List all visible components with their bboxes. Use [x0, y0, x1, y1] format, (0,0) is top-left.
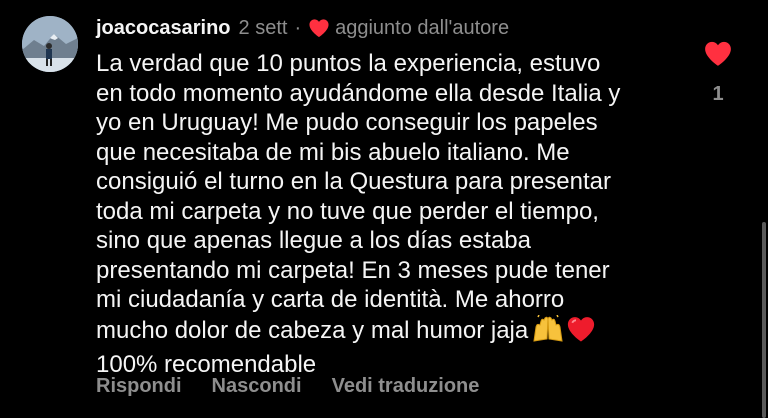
- scrollbar[interactable]: [762, 222, 766, 418]
- separator-dot: ·: [294, 16, 302, 39]
- comment-time: 2 sett: [238, 16, 288, 39]
- comment-line: sino que apenas llegue a los días estaba: [96, 227, 531, 254]
- comment: joacocasarino 2 sett · aggiunto dall'aut…: [0, 0, 768, 418]
- avatar-image: [22, 16, 78, 72]
- comment-line: mi ciudadanía y carta de identità. Me ah…: [96, 286, 565, 313]
- red-heart-emoji-icon: [566, 315, 596, 351]
- comment-text: La verdad que 10 puntos la experiencia, …: [96, 49, 686, 380]
- avatar[interactable]: [22, 16, 78, 72]
- comment-line: La verdad que 10 puntos la experiencia, …: [96, 50, 601, 77]
- author-liked-heart-icon: [308, 18, 330, 38]
- comment-header: joacocasarino 2 sett · aggiunto dall'aut…: [96, 14, 509, 42]
- reply-button[interactable]: Rispondi: [96, 375, 182, 398]
- comment-line: en todo momento ayudándome ella desde It…: [96, 79, 621, 107]
- comment-line: yo en Uruguay! Me pudo conseguir los pap…: [96, 109, 598, 136]
- comment-line: mucho dolor de cabeza y mal humor jaja: [96, 316, 529, 344]
- comment-line: consiguió el turno en la Questura para p…: [96, 168, 611, 195]
- like-count: 1: [712, 83, 724, 105]
- see-translation-button[interactable]: Vedi traduzione: [332, 375, 480, 398]
- comment-line: toda mi carpeta y no tuve que perder el …: [96, 197, 599, 225]
- username[interactable]: joacocasarino: [96, 17, 231, 40]
- comment-line-with-emoji: mucho dolor de cabeza y mal humor jaja: [96, 314, 686, 351]
- like-heart-icon[interactable]: [703, 40, 733, 67]
- raising-hands-emoji-icon: [532, 314, 564, 351]
- comment-actions: Rispondi Nascondi Vedi traduzione: [96, 375, 509, 398]
- comment-line: que necesitaba de mi bis abuelo italiano…: [96, 138, 570, 166]
- comment-line: presentando mi carpeta! En 3 meses pude …: [96, 256, 610, 284]
- hide-button[interactable]: Nascondi: [212, 375, 302, 398]
- like-column: 1: [700, 40, 736, 106]
- author-liked-label: aggiunto dall'autore: [335, 16, 510, 39]
